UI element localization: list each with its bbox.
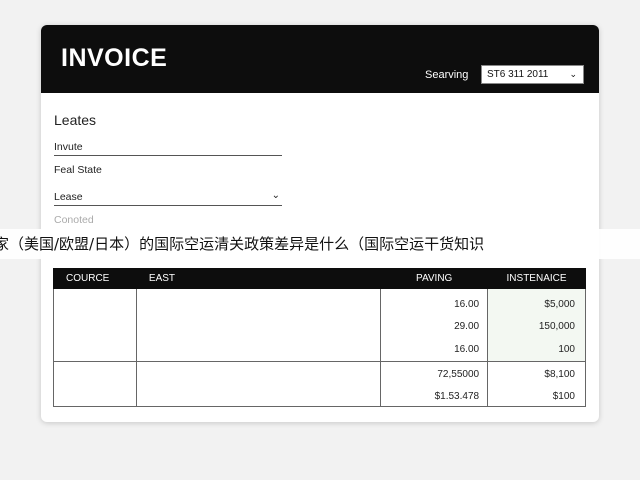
conoted-placeholder: Conoted — [54, 214, 94, 226]
column-header-instenaice: INSTENAICE — [487, 268, 586, 289]
conoted-field[interactable]: Conoted — [54, 214, 282, 226]
table-row: 29.00 150,000 — [53, 315, 586, 337]
lease-select-value: Lease — [54, 191, 83, 203]
invute-field-value: Invute — [54, 141, 83, 153]
cell-cource — [53, 337, 137, 362]
chevron-down-icon: ⌄ — [569, 69, 577, 79]
cell-cource — [53, 288, 137, 315]
overlay-banner: 家（美国/欧盟/日本）的国际空运清关政策差异是什么（国际空运干货知识 — [0, 229, 640, 259]
cell-cource — [53, 361, 137, 386]
cell-east — [135, 288, 382, 315]
cell-east — [135, 361, 382, 386]
total-row: $1.53.478 $100 — [53, 386, 586, 407]
cell-paving: 16.00 — [380, 288, 489, 315]
date-select[interactable]: ST6 311 2011 ⌄ — [481, 65, 584, 84]
cell-instenaice: $5,000 — [487, 288, 586, 315]
column-header-paving: PAVING — [380, 268, 489, 289]
state-label: Feal State — [54, 164, 282, 176]
cell-instenaice: 150,000 — [487, 315, 586, 337]
cell-paving: 72,55000 — [380, 361, 489, 386]
invoice-header: INVOICE Searving ST6 311 2011 ⌄ — [41, 25, 599, 93]
cell-instenaice: 100 — [487, 337, 586, 362]
column-header-east: EAST — [135, 268, 382, 289]
table-row: 16.00 100 — [53, 337, 586, 362]
banner-text: 家（美国/欧盟/日本）的国际空运清关政策差异是什么（国际空运干货知识 — [0, 235, 485, 253]
cell-cource — [53, 386, 137, 407]
cell-east — [135, 315, 382, 337]
invute-field[interactable]: Invute — [54, 141, 282, 156]
cell-paving: $1.53.478 — [380, 386, 489, 407]
section-title: Leates — [54, 112, 97, 128]
cell-paving: 29.00 — [380, 315, 489, 337]
cell-cource — [53, 315, 137, 337]
table-row: 16.00 $5,000 — [53, 288, 586, 315]
column-header-cource: COURCE — [53, 268, 137, 289]
page-title: INVOICE — [61, 44, 168, 72]
cell-paving: 16.00 — [380, 337, 489, 362]
total-row: 72,55000 $8,100 — [53, 361, 586, 386]
chevron-down-icon: ⌄ — [271, 190, 280, 201]
state-label-text: Feal State — [54, 164, 102, 176]
date-select-value: ST6 311 2011 — [487, 69, 549, 80]
invoice-table: COURCE EAST PAVING INSTENAICE 16.00 $5,0… — [53, 268, 586, 407]
saving-label: Searving — [425, 69, 469, 81]
cell-east — [135, 386, 382, 407]
cell-instenaice: $100 — [487, 386, 586, 407]
lease-select[interactable]: Lease ⌄ — [54, 190, 282, 206]
table-header-row: COURCE EAST PAVING INSTENAICE — [53, 268, 586, 289]
cell-east — [135, 337, 382, 362]
cell-instenaice: $8,100 — [487, 361, 586, 386]
